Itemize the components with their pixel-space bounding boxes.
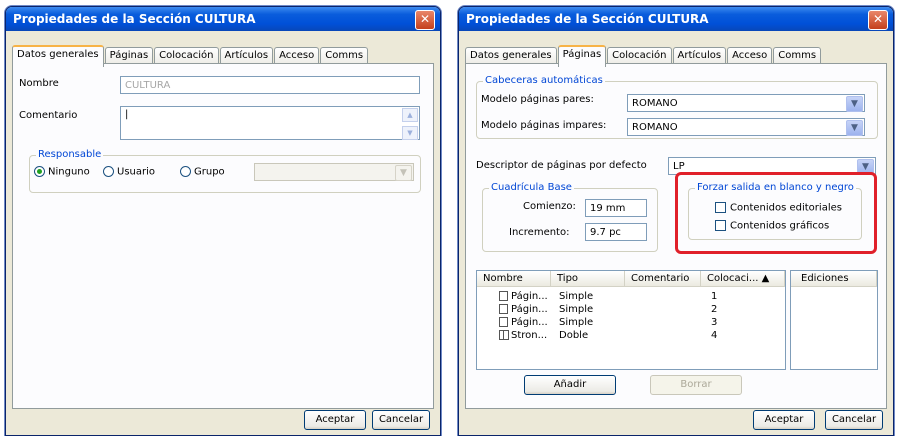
right-title-bar[interactable]: Propiedades de la Sección CULTURA ✕ [459, 7, 893, 31]
right-tab-panel: Cabeceras automáticas Modelo páginas par… [465, 63, 887, 409]
row-pos: 2 [711, 304, 718, 315]
left-tab-strip: Datos generales Páginas Colocación Artíc… [12, 45, 369, 67]
left-title-bar[interactable]: Propiedades de la Sección CULTURA ✕ [6, 7, 440, 31]
editions-list[interactable]: Ediciones [790, 270, 878, 370]
radio-empty-icon [180, 166, 191, 177]
name-label: Nombre [19, 78, 59, 89]
radio-grupo[interactable]: Grupo [180, 166, 225, 178]
col-comentario[interactable]: Comentario [625, 271, 701, 287]
left-tab-datos-generales[interactable]: Datos generales [12, 45, 104, 67]
pages-list[interactable]: Nombre Tipo Comentario Colocaci... ▲ Pág… [476, 270, 786, 370]
scroll-up-icon[interactable]: ▲ [402, 108, 418, 122]
chevron-down-icon: ▼ [395, 165, 412, 181]
comment-label: Comentario [19, 110, 78, 121]
left-close-icon[interactable]: ✕ [415, 10, 435, 30]
list-item[interactable]: Págin... [499, 303, 548, 316]
radio-ninguno[interactable]: Ninguno [34, 166, 90, 178]
responsable-group: Responsable Ninguno Usuario Grupo ▼ [29, 149, 421, 193]
row-type: Doble [559, 330, 589, 341]
col-tipo[interactable]: Tipo [551, 271, 625, 287]
left-tab-panel: Nombre CULTURA Comentario | ▲ ▼ Responsa… [12, 63, 434, 409]
double-page-icon [499, 330, 509, 340]
row-type: Simple [559, 291, 594, 302]
increment-field[interactable]: 9.7 pc [585, 223, 647, 241]
row-pos: 3 [711, 317, 718, 328]
start-label: Comienzo: [523, 201, 576, 212]
row-name: Stron... [511, 330, 548, 341]
left-title: Propiedades de la Sección CULTURA [13, 12, 256, 26]
page-icon [499, 304, 508, 314]
radio-usuario-label: Usuario [117, 166, 156, 178]
radio-empty-icon [103, 166, 114, 177]
name-field[interactable]: CULTURA [120, 76, 420, 94]
list-item[interactable]: Págin... [499, 316, 548, 329]
increment-label: Incremento: [509, 227, 570, 238]
page-icon [499, 291, 508, 301]
group-select[interactable]: ▼ [254, 163, 414, 181]
left-accept-button[interactable]: Aceptar [304, 410, 366, 430]
right-tab-paginas[interactable]: Páginas [557, 45, 607, 67]
base-grid-group: Cuadrícula Base Comienzo: 19 mm Incremen… [482, 182, 658, 252]
row-name: Págin... [511, 291, 548, 302]
radio-grupo-label: Grupo [194, 166, 225, 178]
right-title: Propiedades de la Sección CULTURA [466, 12, 709, 26]
row-name: Págin... [511, 304, 548, 315]
right-accept-button[interactable]: Aceptar [753, 410, 815, 430]
chevron-down-icon: ▼ [846, 96, 863, 112]
left-cancel-button[interactable]: Cancelar [372, 410, 430, 430]
radio-selected-icon [34, 166, 45, 177]
col-nombre[interactable]: Nombre [477, 271, 551, 287]
row-type: Simple [559, 317, 594, 328]
base-grid-legend: Cuadrícula Base [489, 182, 574, 193]
even-pages-select[interactable]: ROMANO ▼ [627, 94, 865, 112]
comment-field[interactable]: | ▲ ▼ [120, 106, 420, 140]
right-close-icon[interactable]: ✕ [868, 10, 888, 30]
odd-pages-select[interactable]: ROMANO ▼ [627, 118, 865, 136]
row-pos: 1 [711, 291, 718, 302]
delete-button[interactable]: Borrar [650, 375, 742, 395]
add-button[interactable]: Añadir [524, 375, 616, 395]
radio-ninguno-label: Ninguno [48, 166, 90, 178]
highlight-box [675, 172, 877, 254]
row-pos: 4 [711, 330, 718, 341]
odd-pages-value: ROMANO [632, 122, 678, 133]
right-tab-strip: Datos generales Páginas Colocación Artíc… [465, 45, 822, 67]
left-dialog: Propiedades de la Sección CULTURA ✕ Dato… [5, 6, 441, 436]
col-colocacion[interactable]: Colocaci... ▲ [701, 271, 785, 287]
auto-headers-legend: Cabeceras automáticas [483, 75, 605, 86]
descriptor-label: Descriptor de páginas por defecto [476, 160, 647, 171]
col-ediciones[interactable]: Ediciones [791, 271, 877, 287]
auto-headers-group: Cabeceras automáticas Modelo páginas par… [476, 75, 878, 139]
list-item[interactable]: Págin... [499, 290, 548, 303]
odd-pages-label: Modelo páginas impares: [481, 120, 607, 131]
page-icon [499, 317, 508, 327]
row-name: Págin... [511, 317, 548, 328]
responsable-legend: Responsable [36, 149, 104, 160]
radio-usuario[interactable]: Usuario [103, 166, 155, 178]
start-field[interactable]: 19 mm [585, 199, 647, 217]
even-pages-label: Modelo páginas pares: [481, 94, 594, 105]
right-dialog: Propiedades de la Sección CULTURA ✕ Dato… [458, 6, 894, 436]
comment-text: | [125, 109, 129, 120]
scroll-down-icon[interactable]: ▼ [402, 126, 418, 140]
chevron-down-icon: ▼ [846, 120, 863, 136]
even-pages-value: ROMANO [632, 98, 678, 109]
row-type: Simple [559, 304, 594, 315]
descriptor-value: LP [673, 161, 685, 172]
list-item[interactable]: Stron... [499, 329, 547, 342]
right-cancel-button[interactable]: Cancelar [825, 410, 883, 430]
